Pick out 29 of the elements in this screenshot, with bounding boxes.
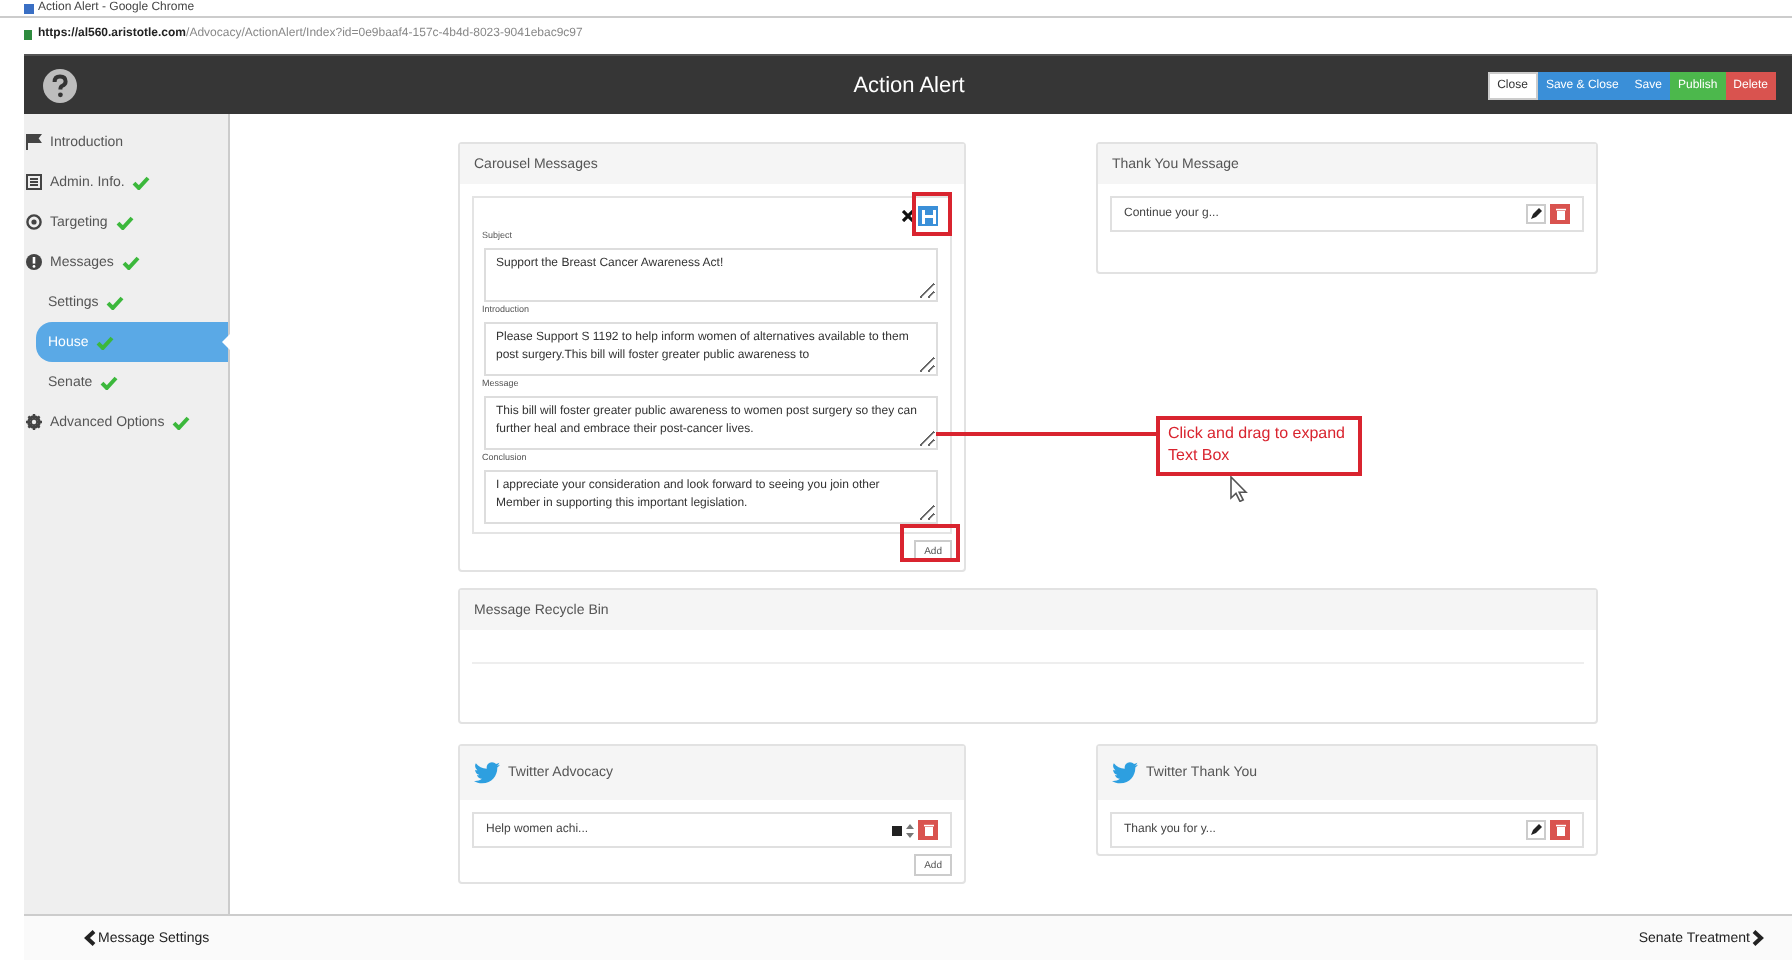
- exclamation-icon: [26, 254, 42, 270]
- edit-button[interactable]: [1526, 204, 1546, 224]
- delete-button[interactable]: [1550, 820, 1570, 840]
- highlight-frame: [912, 192, 952, 236]
- page-title: Action Alert: [853, 73, 965, 97]
- trash-icon: [1555, 824, 1565, 836]
- close-icon[interactable]: [902, 210, 914, 222]
- bird-icon: [1112, 762, 1138, 784]
- lock-icon: [24, 29, 32, 39]
- highlight-frame: [900, 524, 960, 562]
- sort-icon[interactable]: [906, 823, 914, 837]
- target-icon: [26, 214, 42, 230]
- pencil-icon: [1530, 824, 1542, 836]
- callout-note: Click and drag to expand Text Box: [1156, 416, 1362, 476]
- browser-favicon-icon: [24, 3, 34, 13]
- chevron-right-icon: [1752, 930, 1764, 946]
- pencil-icon: [1530, 208, 1542, 220]
- bird-icon: [474, 762, 500, 784]
- delete-button[interactable]: [1550, 204, 1570, 224]
- square-icon[interactable]: [892, 825, 902, 835]
- edit-button[interactable]: [1526, 820, 1546, 840]
- delete-button[interactable]: [918, 820, 938, 840]
- help-icon[interactable]: [42, 67, 78, 103]
- trash-icon: [923, 824, 933, 836]
- trash-icon: [1555, 208, 1565, 220]
- flag-icon: [26, 134, 42, 150]
- mouse-pointer-icon: [1230, 476, 1248, 502]
- chevron-left-icon: [84, 930, 96, 946]
- document-icon: [26, 174, 42, 190]
